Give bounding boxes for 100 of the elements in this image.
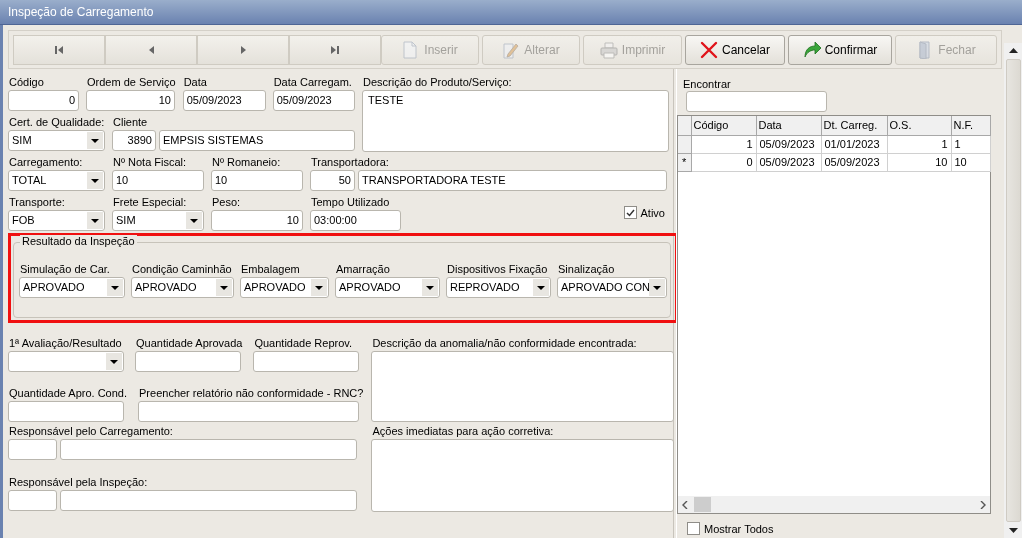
- column-header[interactable]: O.S.: [887, 116, 951, 135]
- text-field[interactable]: 03:00:00: [310, 210, 401, 231]
- dropdown[interactable]: TOTAL: [8, 170, 105, 191]
- text-area[interactable]: TESTE: [362, 90, 669, 152]
- horizontal-scrollbar[interactable]: [678, 496, 990, 513]
- checkbox-label: Mostrar Todos: [704, 522, 774, 535]
- field-label: Peso:: [211, 195, 242, 210]
- field-label: Descrição da anomalia/não conformidade encontrada:: [371, 336, 638, 351]
- field-label: Tempo Utilizado: [310, 195, 391, 210]
- field-label: Cert. de Qualidade:: [8, 115, 105, 130]
- field-label: Nº Romaneio:: [211, 155, 282, 170]
- text-field[interactable]: [60, 490, 357, 511]
- field-label: Descrição do Produto/Serviço:: [362, 75, 513, 90]
- field-label: Encontrar: [682, 77, 732, 92]
- number-field[interactable]: 10: [86, 90, 175, 111]
- code-field[interactable]: [8, 439, 57, 460]
- text-field[interactable]: 10: [211, 170, 303, 191]
- number-field[interactable]: 10: [211, 210, 303, 231]
- navigation-button[interactable]: [289, 35, 381, 65]
- column-header[interactable]: Dt. Carreg.: [821, 116, 887, 135]
- field-label: Quantidade Reprov.: [253, 336, 354, 351]
- scroll-thumb[interactable]: [694, 497, 711, 512]
- code-field[interactable]: [8, 490, 57, 511]
- text-area[interactable]: [371, 351, 675, 422]
- table-cell: 10: [887, 153, 951, 171]
- table-cell: 1: [691, 135, 756, 153]
- field-label: Dispositivos Fixação: [446, 262, 549, 277]
- text-field[interactable]: 10: [112, 170, 204, 191]
- field-label: Simulação de Car.: [19, 262, 111, 277]
- field-label: Amarração: [335, 262, 391, 277]
- table-cell: 10: [951, 153, 990, 171]
- dropdown[interactable]: APROVADO: [19, 277, 125, 298]
- field-label: Cliente: [112, 115, 149, 130]
- table-cell: 01/01/2023: [821, 135, 887, 153]
- text-field[interactable]: [253, 351, 360, 372]
- group-title: Resultado da Inspeção: [20, 235, 137, 247]
- field-label: Embalagem: [240, 262, 301, 277]
- text-field[interactable]: [135, 351, 241, 372]
- field-label: Data: [182, 75, 208, 90]
- last-record-icon: [330, 46, 340, 54]
- field-label: Responsável pelo Carregamento:: [8, 424, 174, 439]
- field-label: Nº Nota Fiscal:: [112, 155, 188, 170]
- printer-icon: [599, 41, 618, 59]
- dropdown[interactable]: [8, 351, 124, 372]
- dropdown[interactable]: SIM: [112, 210, 204, 231]
- field-label: Ordem de Serviço: [86, 75, 176, 90]
- navigation-button[interactable]: [197, 35, 289, 65]
- scroll-thumb[interactable]: [1005, 59, 1021, 522]
- vertical-scrollbar[interactable]: [1004, 43, 1022, 538]
- field-label: Preencher relatório não conformidade - RNC?: [138, 386, 364, 401]
- dropdown[interactable]: APROVADO: [131, 277, 234, 298]
- table-cell: 05/09/2023: [821, 153, 887, 171]
- scroll-right-icon: [980, 500, 986, 509]
- checkbox[interactable]: [687, 522, 700, 535]
- text-field[interactable]: 05/09/2023: [182, 90, 266, 111]
- checkbox-label: Ativo: [640, 206, 665, 219]
- field-label: Transportadora:: [310, 155, 390, 170]
- field-label: Quantidade Apro. Cond.: [8, 386, 128, 401]
- field-label: Data Carregam.: [272, 75, 353, 90]
- column-header[interactable]: Código: [691, 116, 756, 135]
- text-field[interactable]: EMPSIS SISTEMAS: [159, 130, 355, 151]
- field-label: Quantidade Aprovada: [135, 336, 243, 351]
- scroll-up-icon: [1008, 48, 1018, 53]
- text-field[interactable]: 05/09/2023: [272, 90, 355, 111]
- field-label: Sinalização: [557, 262, 616, 277]
- dropdown[interactable]: APROVADO CON: [557, 277, 667, 298]
- field-label: Transporte:: [8, 195, 66, 210]
- column-header[interactable]: Data: [756, 116, 821, 135]
- text-field[interactable]: TRANSPORTADORA TESTE: [358, 170, 667, 191]
- pencil-icon: [502, 41, 521, 59]
- navigation-button[interactable]: [13, 35, 105, 65]
- table-cell: 0: [691, 153, 756, 171]
- column-header[interactable]: N.F.: [951, 116, 990, 135]
- table-cell: 05/09/2023: [756, 153, 821, 171]
- arrow-icon: [802, 41, 821, 59]
- window-title: Inspeção de Carregamento: [8, 5, 154, 19]
- text-field[interactable]: [8, 401, 124, 422]
- scroll-left-icon: [682, 500, 688, 509]
- code-field[interactable]: 3890: [112, 130, 156, 151]
- text-area[interactable]: [371, 439, 675, 512]
- text-field[interactable]: [138, 401, 360, 422]
- dropdown[interactable]: FOB: [8, 210, 105, 231]
- search-field[interactable]: [686, 91, 827, 112]
- checkbox[interactable]: [623, 206, 637, 219]
- field-label: Responsável pela Inspeção:: [8, 475, 149, 490]
- dropdown[interactable]: SIM: [8, 130, 105, 151]
- next-icon: [238, 46, 248, 54]
- number-field[interactable]: 0: [8, 90, 79, 111]
- dropdown[interactable]: APROVADO: [240, 277, 329, 298]
- field-label: Código: [8, 75, 45, 90]
- toolbar-button[interactable]: Confirmar: [788, 35, 892, 65]
- text-field[interactable]: [60, 439, 357, 460]
- navigation-button[interactable]: [105, 35, 197, 65]
- dropdown[interactable]: APROVADO: [335, 277, 440, 298]
- field-label: Condição Caminhão: [131, 262, 233, 277]
- toolbar-button[interactable]: Cancelar: [685, 35, 785, 65]
- dropdown[interactable]: REPROVADO: [446, 277, 551, 298]
- cross-icon: [700, 41, 718, 59]
- code-field[interactable]: 50: [310, 170, 355, 191]
- field-label: Ações imediatas para ação corretiva:: [371, 424, 555, 439]
